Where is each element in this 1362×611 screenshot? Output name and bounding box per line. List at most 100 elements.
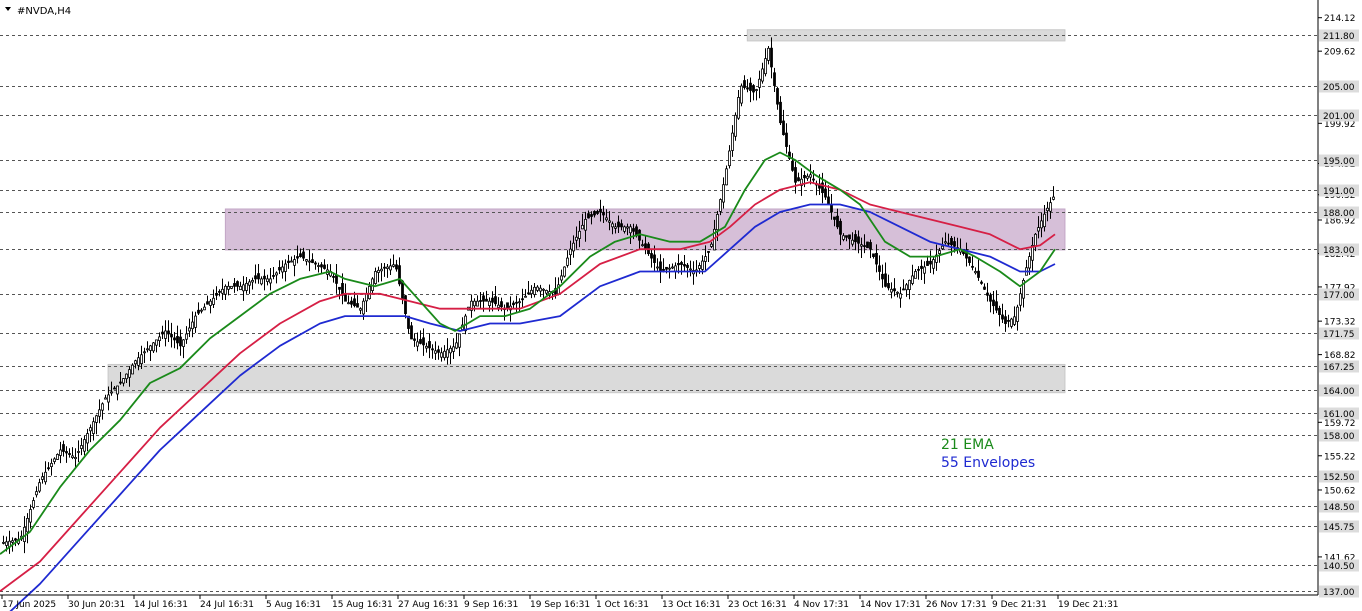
candle-body <box>335 274 338 284</box>
candle-body <box>14 538 17 541</box>
candle-body <box>827 196 830 205</box>
candle-body <box>740 85 743 104</box>
candle-body <box>437 349 440 353</box>
candle-body <box>140 354 143 364</box>
time-tick-label: 9 Dec 21:31 <box>992 600 1047 610</box>
candle-body <box>785 132 788 147</box>
candle-body <box>737 97 740 119</box>
time-tick-label: 14 Jul 16:31 <box>134 600 188 610</box>
candle-body <box>191 321 194 330</box>
time-tick-label: 26 Nov 17:31 <box>926 600 987 610</box>
level-badge-label: 167.25 <box>1323 363 1355 373</box>
level-badge-label: 145.75 <box>1323 523 1355 533</box>
candle-body <box>353 298 356 307</box>
candle-body <box>164 330 167 339</box>
candle-body <box>884 273 887 287</box>
candle-body <box>572 242 575 252</box>
candle-body <box>908 279 911 290</box>
candle-body <box>311 259 314 263</box>
candle-body <box>368 285 371 300</box>
time-tick-label: 5 Aug 16:31 <box>266 600 321 610</box>
candle-body <box>497 304 500 308</box>
candle-body <box>776 88 779 105</box>
candle-body <box>1001 314 1004 320</box>
candle-body <box>518 301 521 304</box>
candle-body <box>1034 233 1037 247</box>
candle-body <box>704 256 707 262</box>
candle-body <box>392 264 395 267</box>
candle-body <box>575 236 578 241</box>
candle-body <box>221 288 224 294</box>
time-tick-label: 30 Jun 20:31 <box>68 600 125 610</box>
candle-body <box>425 345 428 349</box>
candle-body <box>398 265 401 285</box>
candle-body <box>890 288 893 293</box>
candle-body <box>176 336 179 344</box>
candle-body <box>932 259 935 269</box>
candle-body <box>941 245 944 250</box>
candle-body <box>440 352 443 358</box>
candle-body <box>26 517 29 533</box>
candle-body <box>587 213 590 219</box>
candle-body <box>599 208 602 213</box>
candle-body <box>875 252 878 265</box>
time-tick-label: 13 Oct 16:31 <box>662 600 721 610</box>
candle-body <box>626 226 629 229</box>
candle-body <box>380 268 383 272</box>
candle-body <box>560 275 563 281</box>
candle-body <box>347 302 350 305</box>
candle-body <box>431 348 434 351</box>
candle-body <box>845 235 848 238</box>
candle-body <box>296 256 299 259</box>
candle-body <box>227 285 230 290</box>
candle-body <box>539 287 542 292</box>
candle-body <box>104 397 107 400</box>
candle-body <box>122 378 125 384</box>
candle-body <box>848 234 851 240</box>
candle-body <box>482 295 485 302</box>
candle-body <box>2 541 5 544</box>
candle-body <box>59 449 62 456</box>
candle-body <box>527 292 530 295</box>
candle-body <box>869 242 872 250</box>
candle-body <box>914 271 917 279</box>
candle-body <box>143 351 146 354</box>
candle-body <box>764 58 767 75</box>
candle-body <box>332 275 335 278</box>
level-badge-label: 152.50 <box>1323 473 1355 483</box>
candle-body <box>707 251 710 253</box>
candle-body <box>974 271 977 274</box>
candle-body <box>824 188 827 198</box>
candle-body <box>458 333 461 348</box>
candle-body <box>209 300 212 306</box>
candle-body <box>359 308 362 311</box>
candle-body <box>593 211 596 216</box>
candle-body <box>893 288 896 292</box>
candle-body <box>668 267 671 270</box>
time-tick-label: 4 Nov 17:31 <box>794 600 849 610</box>
candle-body <box>188 327 191 332</box>
candle-body <box>284 263 287 272</box>
candle-body <box>752 85 755 93</box>
candle-body <box>584 219 587 231</box>
candle-body <box>485 298 488 302</box>
level-badge-label: 148.50 <box>1323 503 1355 513</box>
candle-body <box>632 228 635 232</box>
ema21-annotation: 21 EMA <box>941 437 994 453</box>
level-badge-label: 188.00 <box>1323 209 1355 219</box>
candle-body <box>125 373 128 380</box>
candle-body <box>1004 316 1007 324</box>
time-tick-label: 24 Jul 16:31 <box>200 600 254 610</box>
candle-body <box>920 265 923 269</box>
candle-body <box>569 248 572 256</box>
candle-body <box>1010 318 1013 327</box>
candle-body <box>659 261 662 272</box>
candle-body <box>620 223 623 228</box>
candle-body <box>854 234 857 243</box>
candle-body <box>242 284 245 292</box>
candle-body <box>344 294 347 302</box>
level-badge-label: 201.00 <box>1323 112 1355 122</box>
candle-body <box>1013 316 1016 325</box>
candle-body <box>116 385 119 395</box>
price-tick-label: 209.62 <box>1324 48 1356 58</box>
